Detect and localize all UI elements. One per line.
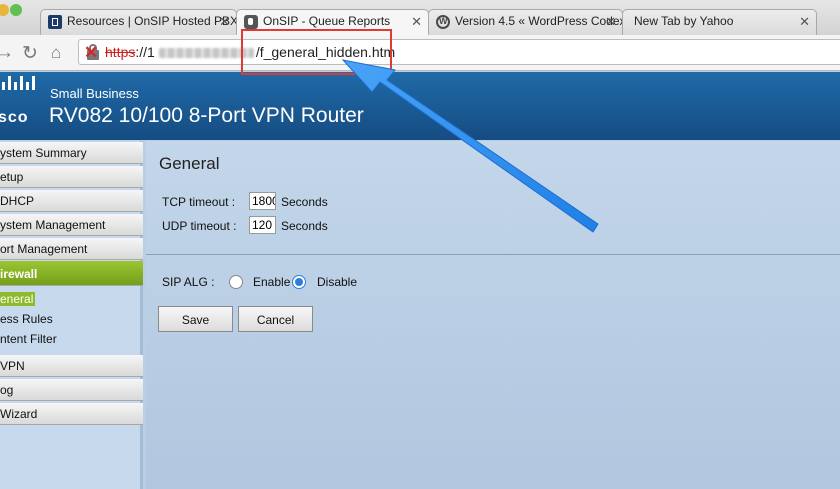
- annotation-arrow-icon: [341, 59, 599, 233]
